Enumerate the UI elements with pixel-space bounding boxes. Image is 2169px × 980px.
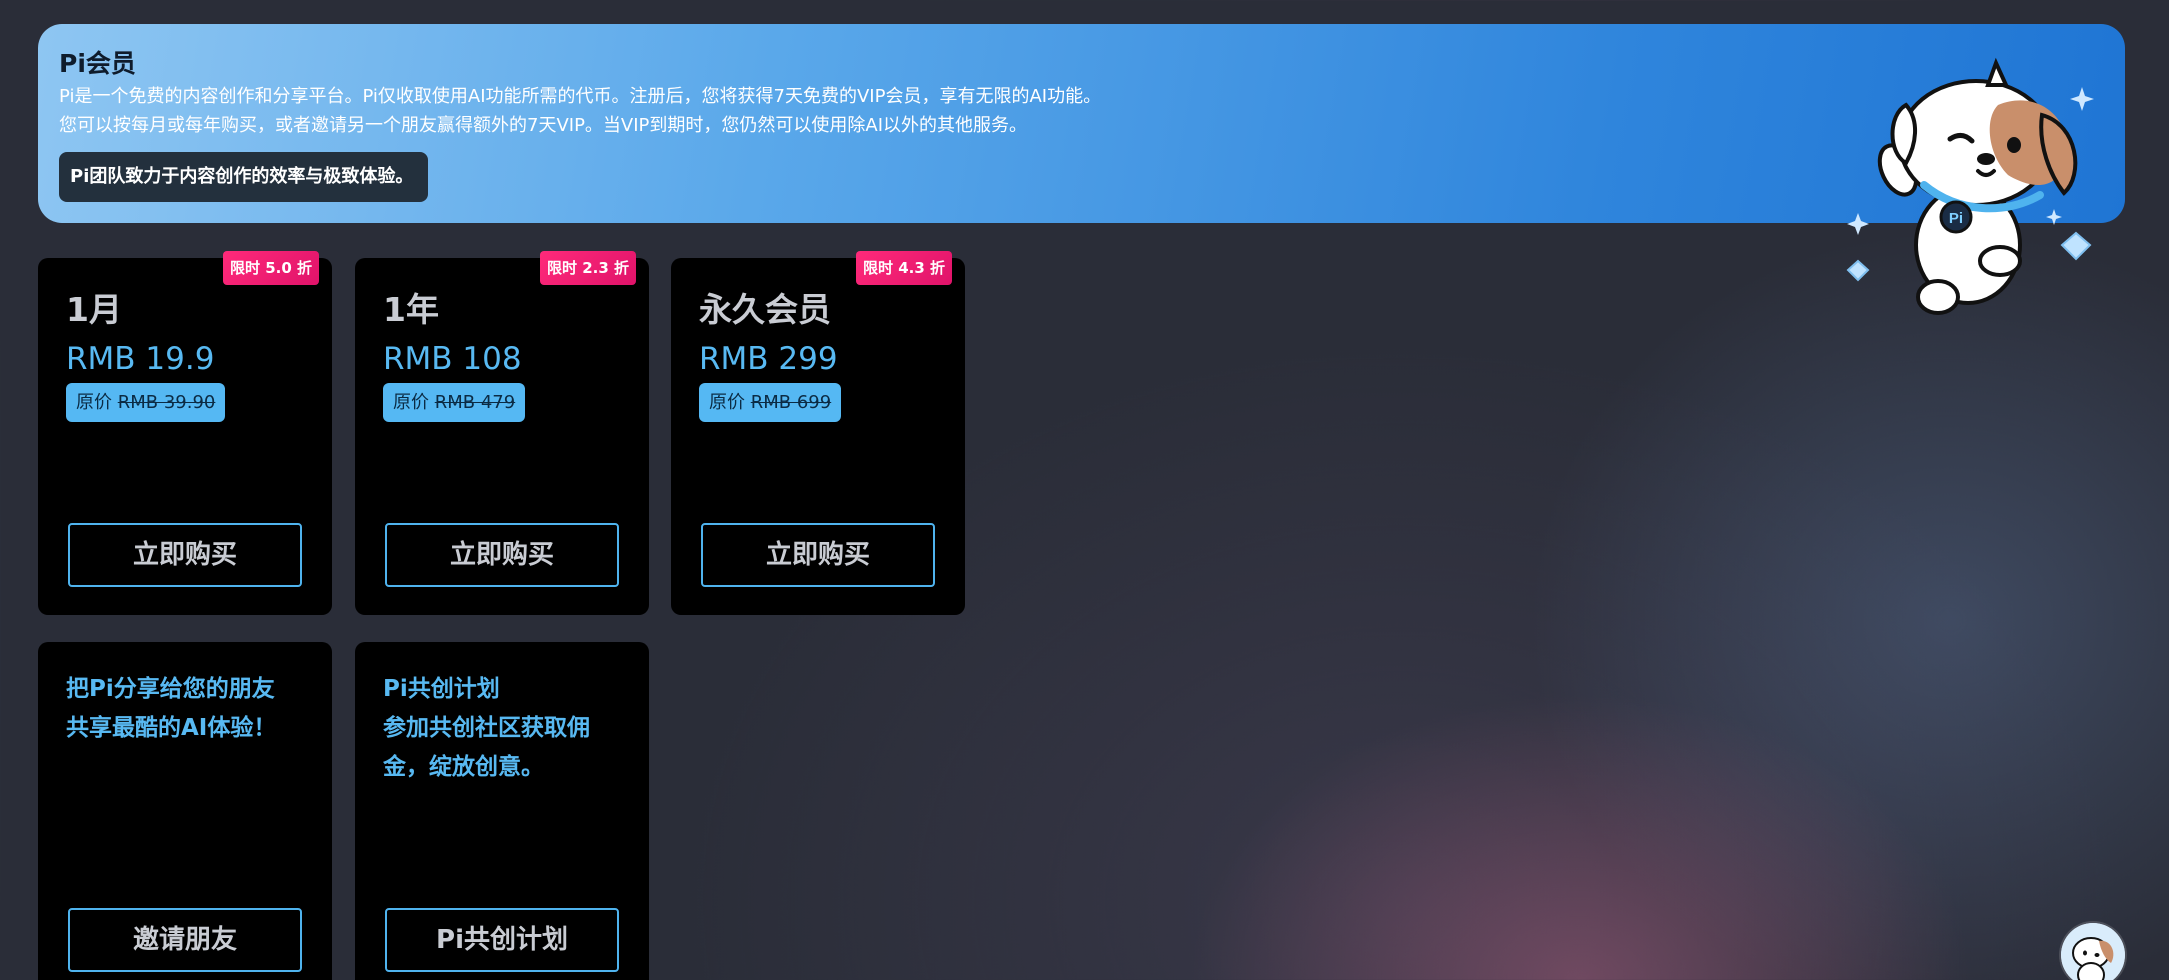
original-price-value: RMB 699: [750, 392, 832, 413]
original-price-value: RMB 479: [434, 392, 516, 413]
original-price-tag: 原价 RMB 479: [383, 383, 526, 422]
co-creation-button[interactable]: Pi共创计划: [385, 908, 619, 972]
plan-card-lifetime: 限时 4.3 折 永久会员 RMB 299 原价 RMB 699 立即购买: [671, 251, 965, 615]
buy-now-button[interactable]: 立即购买: [385, 523, 619, 587]
banner-tagline-chip: Pi团队致力于内容创作的效率与极致体验。: [59, 152, 429, 202]
banner-description-line-2: 您可以按每月或每年购买，或者邀请另一个朋友赢得额外的7天VIP。当VIP到期时，…: [59, 115, 1028, 136]
invite-friends-button[interactable]: 邀请朋友: [68, 908, 302, 972]
invite-friends-text: 把Pi分享给您的朋友 共享最酷的AI体验！: [66, 670, 306, 748]
buy-now-button[interactable]: 立即购买: [68, 523, 302, 587]
plan-name: 永久会员: [699, 290, 831, 329]
original-price-label: 原价: [76, 392, 118, 413]
co-creation-card: Pi共创计划 参加共创社区获取佣 金，绽放创意。 Pi共创计划: [355, 642, 649, 980]
promo-line: Pi共创计划: [383, 676, 500, 702]
pi-dog-avatar-icon[interactable]: [2061, 923, 2125, 980]
original-price-tag: 原价 RMB 39.90: [66, 383, 226, 422]
banner-title: Pi会员: [59, 49, 136, 78]
plan-price: RMB 19.9: [66, 341, 215, 377]
plan-name: 1年: [383, 290, 439, 329]
original-price-tag: 原价 RMB 699: [699, 383, 842, 422]
pi-dog-mascot-illustration: Pi: [1846, 57, 2094, 315]
banner-description-line-1: Pi是一个免费的内容创作和分享平台。Pi仅收取使用AI功能所需的代币。注册后，您…: [59, 86, 1102, 107]
banner-description: Pi是一个免费的内容创作和分享平台。Pi仅收取使用AI功能所需的代币。注册后，您…: [59, 82, 2125, 140]
original-price-value: RMB 39.90: [117, 392, 216, 413]
invite-friends-card: 把Pi分享给您的朋友 共享最酷的AI体验！ 邀请朋友: [38, 642, 332, 980]
discount-badge: 限时 5.0 折: [222, 251, 319, 285]
discount-badge: 限时 2.3 折: [539, 251, 636, 285]
plan-card-yearly: 限时 2.3 折 1年 RMB 108 原价 RMB 479 立即购买: [355, 251, 649, 615]
membership-banner: Pi会员 Pi是一个免费的内容创作和分享平台。Pi仅收取使用AI功能所需的代币。…: [38, 24, 2125, 223]
plan-price: RMB 108: [383, 341, 522, 377]
buy-now-button[interactable]: 立即购买: [701, 523, 935, 587]
mascot-collar-tag: Pi: [1949, 210, 1963, 227]
discount-badge: 限时 4.3 折: [855, 251, 952, 285]
original-price-label: 原价: [393, 392, 435, 413]
original-price-label: 原价: [709, 392, 751, 413]
plan-name: 1月: [66, 290, 122, 329]
promo-line: 参加共创社区获取佣: [383, 715, 590, 741]
co-creation-text: Pi共创计划 参加共创社区获取佣 金，绽放创意。: [383, 670, 623, 787]
pi-dog-avatar-illustration: [2061, 923, 2125, 980]
promo-line: 金，绽放创意。: [383, 754, 544, 780]
plan-price: RMB 299: [699, 341, 838, 377]
plan-card-monthly: 限时 5.0 折 1月 RMB 19.9 原价 RMB 39.90 立即购买: [38, 251, 332, 615]
promo-line: 共享最酷的AI体验！: [66, 715, 277, 741]
promo-line: 把Pi分享给您的朋友: [66, 676, 275, 702]
